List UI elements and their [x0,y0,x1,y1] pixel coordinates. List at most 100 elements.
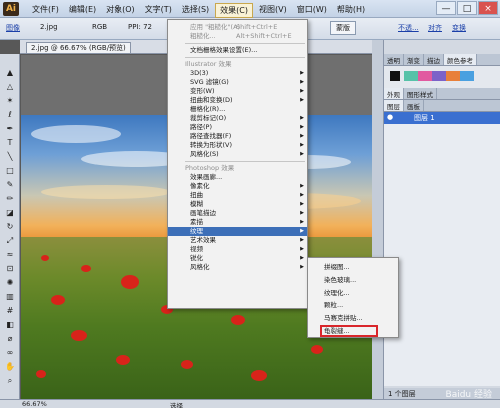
rectangle-tool-icon[interactable]: □ [4,166,16,176]
submenu-item[interactable]: 纹理化... [308,287,398,299]
tab-color-guide[interactable]: 颜色参考 [444,54,477,65]
tab-gradient[interactable]: 渐变 [404,54,424,65]
menu-item-photoshop-effect[interactable]: 模糊 ▶ [168,200,307,209]
menu-item-photoshop-effect[interactable]: 纹理 ▶ [168,227,307,236]
symbol-sprayer-icon[interactable]: ✺ [4,278,16,288]
pencil-tool-icon[interactable]: ✏ [4,194,16,204]
pen-tool-icon[interactable]: ✒ [4,124,16,134]
blend-tool-icon[interactable]: ∞ [4,348,16,358]
menu-item[interactable]: 帮助(H) [333,3,369,18]
menu-item-illustrator-effect[interactable]: 风格化(S) ▶ [168,150,307,159]
menu-item[interactable]: 编辑(E) [65,3,100,18]
menu-section-photoshop: Photoshop 效果 [168,164,307,173]
submenu-item[interactable]: 龟裂缝... [320,325,378,337]
submenu-item[interactable]: 颗粒... [308,299,398,311]
menu-item[interactable]: 对象(O) [102,3,139,18]
menu-separator [185,43,305,44]
magic-wand-icon[interactable]: ✶ [4,96,16,106]
menu-item[interactable]: 视图(V) [255,3,291,18]
tab-graphic-styles[interactable]: 图形样式 [404,88,437,99]
menu-item-photoshop-effect[interactable]: 视频 ▶ [168,245,307,254]
status-mode[interactable]: 选择 [170,400,183,408]
menu-item-doc-raster-settings[interactable]: 文档栅格效果设置(E)... [168,46,307,55]
submenu-arrow-icon: ▶ [300,124,304,130]
rotate-tool-icon[interactable]: ↻ [4,222,16,232]
gradient-tool-icon[interactable]: ◧ [4,320,16,330]
menu-item-disabled[interactable]: 应用 "粗糙化"(A) Shift+Ctrl+E [168,23,307,32]
eye-icon[interactable]: ● [387,113,393,121]
menu-item-illustrator-effect[interactable]: 路径(P) ▶ [168,123,307,132]
menu-item[interactable]: 窗口(W) [293,3,331,18]
image-label[interactable]: 图像 [6,23,20,33]
menu-item[interactable]: 文件(F) [28,3,63,18]
submenu-arrow-icon: ▶ [300,79,304,85]
menu-item-illustrator-effect[interactable]: 路径查找器(F) ▶ [168,132,307,141]
tab-stroke[interactable]: 描边 [424,54,444,65]
mesh-tool-icon[interactable]: # [4,306,16,316]
submenu-arrow-icon: ▶ [300,183,304,189]
type-tool-icon[interactable]: T [4,138,16,148]
minimize-button[interactable]: — [436,1,456,15]
submenu-arrow-icon: ▶ [300,246,304,252]
menu-item-photoshop-effect[interactable]: 素描 ▶ [168,218,307,227]
layer-count: 1 个图层 [388,390,416,398]
maximize-button[interactable]: □ [457,1,477,15]
menu-item-illustrator-effect[interactable]: 扭曲和变换(D) ▶ [168,96,307,105]
menu-item-photoshop-effect[interactable]: 艺术效果 ▶ [168,236,307,245]
scale-tool-icon[interactable]: ⤢ [4,236,16,246]
submenu-item[interactable]: 拼缀图... [308,261,398,273]
layers-list [384,124,500,386]
zoom-tool-icon[interactable]: ⌕ [4,376,16,386]
menu-item-illustrator-effect[interactable]: 转换为形状(V) ▶ [168,141,307,150]
color-guide-swatches[interactable] [384,66,500,88]
direct-selection-icon[interactable]: △ [4,82,16,92]
menu-item-label: 视频 [190,245,203,253]
menu-item-illustrator-effect[interactable]: 裁剪标记(O) ▶ [168,114,307,123]
menu-section-illustrator: Illustrator 效果 [168,60,307,69]
layer-row[interactable]: ● 图层 1 [384,112,500,124]
menu-item-disabled[interactable]: 粗糙化... Alt+Shift+Ctrl+E [168,32,307,41]
close-button[interactable]: × [478,1,498,15]
brush-tool-icon[interactable]: ✎ [4,180,16,190]
menu-item-photoshop-effect[interactable]: 扭曲 ▶ [168,191,307,200]
opacity-link[interactable]: 不透... [398,23,419,33]
menu-item-photoshop-effect[interactable]: 画笔描边 ▶ [168,209,307,218]
menu-item-photoshop-effect[interactable]: 像素化 ▶ [168,182,307,191]
graph-tool-icon[interactable]: ▥ [4,292,16,302]
menu-item-photoshop-effect[interactable]: 锐化 ▶ [168,254,307,263]
menu-item-illustrator-effect[interactable]: SVG 滤镜(G) ▶ [168,78,307,87]
free-transform-icon[interactable]: ⊡ [4,264,16,274]
menu-item-label: 艺术效果 [190,236,216,244]
tab-layers[interactable]: 图层 [384,100,404,111]
menu-item-label: 风格化(S) [190,150,219,158]
appearance-panel-tabs: 外观 图形样式 [384,88,500,100]
line-tool-icon[interactable]: ╲ [4,152,16,162]
zoom-level[interactable]: 66.67% [22,400,47,408]
lasso-icon[interactable]: ℓ [4,110,16,120]
menu-item-illustrator-effect[interactable]: 3D(3) ▶ [168,69,307,78]
submenu-item[interactable]: 马赛克拼贴... [308,312,398,324]
layer-name: 图层 1 [414,114,435,122]
tab-transparency[interactable]: 透明 [384,54,404,65]
submenu-item[interactable]: 染色玻璃... [308,274,398,286]
menu-item-label: 纹理 [190,227,203,235]
menu-list: 文件(F) 编辑(E) 对象(O) 文字(T) 选择(S) 效果(C) 视图(V) 窗口(W)… [28,3,371,18]
mask-button[interactable]: 蒙版 [330,21,356,35]
menu-item[interactable]: 效果(C) [215,3,253,18]
tab-appearance[interactable]: 外观 [384,88,404,99]
transform-link[interactable]: 变换 [452,23,466,33]
eyedropper-icon[interactable]: ⌀ [4,334,16,344]
menu-item-photoshop-effect[interactable]: 效果画廊... [168,173,307,182]
hand-tool-icon[interactable]: ✋ [4,362,16,372]
document-tab[interactable]: 2.jpg @ 66.67% (RGB/预览) [26,42,131,53]
menu-item-illustrator-effect[interactable]: 变形(W) ▶ [168,87,307,96]
menu-item[interactable]: 选择(S) [178,3,213,18]
menu-item[interactable]: 文字(T) [141,3,176,18]
align-link[interactable]: 对齐 [428,23,442,33]
tab-artboards[interactable]: 画板 [404,100,424,111]
selection-tool-icon[interactable]: ▲ [4,68,16,78]
warp-tool-icon[interactable]: ≈ [4,250,16,260]
eraser-tool-icon[interactable]: ◪ [4,208,16,218]
menu-item-illustrator-effect[interactable]: 栅格化(R)... [168,105,307,114]
menu-item-photoshop-effect[interactable]: 风格化 ▶ [168,263,307,272]
